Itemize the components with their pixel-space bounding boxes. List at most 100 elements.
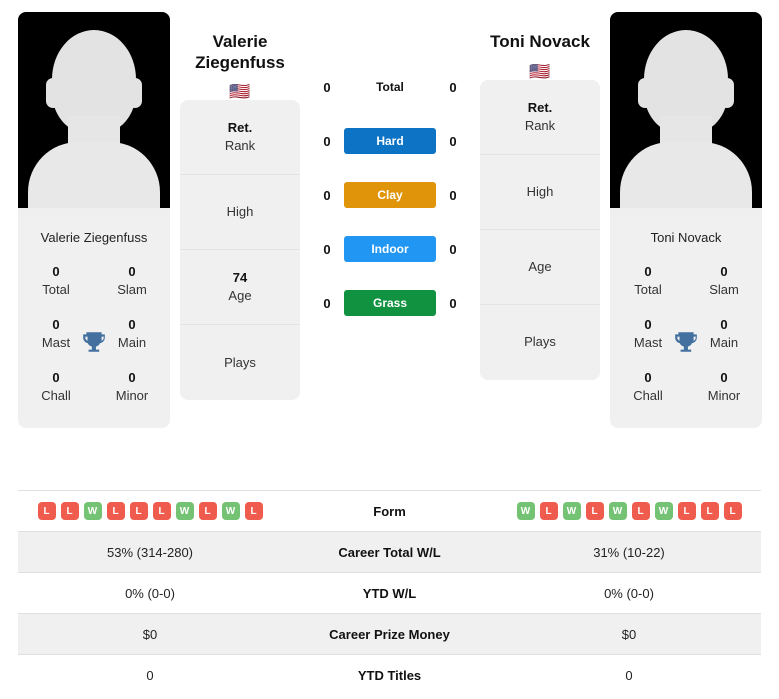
form-badge[interactable]: W <box>516 502 535 520</box>
left-info-rank-value: Ret. <box>227 120 253 136</box>
right-titles-slam-label: Slam <box>709 281 739 297</box>
right-titles-chall-value: 0 <box>644 370 652 386</box>
form-badge[interactable]: L <box>700 502 719 520</box>
avatar-ear-left-icon <box>638 78 652 108</box>
right-ytd_titles-cell: 0 <box>625 667 633 683</box>
right-score-total: 0 <box>449 79 457 95</box>
right-player-info-column: Toni Novack 🇺🇸 Ret. Rank High Age Plays <box>480 12 600 380</box>
left-info-age: 74 Age <box>180 250 300 326</box>
left-info-rank-label: Rank <box>224 138 256 154</box>
right-titles-minor-label: Minor <box>707 387 741 403</box>
right-info-age-label: Age <box>528 258 552 274</box>
avatar-ear-right-icon <box>128 78 142 108</box>
right-titles-slam: 0 Slam <box>686 255 762 308</box>
avatar-ear-right-icon <box>720 78 734 108</box>
trophy-icon <box>81 329 107 355</box>
right-player-title: Toni Novack 🇺🇸 <box>490 12 590 80</box>
left-form-strip: LLWLLLWLWL <box>24 502 276 520</box>
left-titles-minor-label: Minor <box>115 387 149 403</box>
right-player-info-box: Ret. Rank High Age Plays <box>480 79 600 380</box>
right-info-rank: Ret. Rank <box>480 80 600 155</box>
right-titles-chall-label: Chall <box>633 387 663 403</box>
right-info-age: Age <box>480 230 600 305</box>
table-row: $0 Career Prize Money $0 <box>18 613 761 655</box>
right-player-card[interactable]: Toni Novack 0 Total 0 Slam 0 Mast 0 Main <box>610 12 762 429</box>
left-titles-chall-value: 0 <box>52 370 60 386</box>
photo-base-strip <box>610 208 762 217</box>
form-row-label: Form <box>373 503 406 519</box>
left-player-title: Valerie Ziegenfuss 🇺🇸 <box>195 12 285 100</box>
form-badge[interactable]: L <box>37 502 56 520</box>
left-titles-slam-label: Slam <box>117 281 147 297</box>
comparison-header-area: Valerie Ziegenfuss 0 Total 0 Slam 0 Mast… <box>0 0 779 478</box>
form-badge[interactable]: L <box>585 502 604 520</box>
left-player-card-name: Valerie Ziegenfuss <box>40 230 148 245</box>
form-badge[interactable]: W <box>175 502 194 520</box>
left-info-age-label: Age <box>228 288 252 304</box>
right-info-rank-label: Rank <box>524 117 556 133</box>
form-badge[interactable]: W <box>562 502 581 520</box>
form-badge[interactable]: W <box>221 502 240 520</box>
form-badge[interactable]: L <box>198 502 217 520</box>
right-titles-total-label: Total <box>634 281 662 297</box>
left-score-indoor: 0 <box>323 241 331 257</box>
table-row: 0 YTD Titles 0 <box>18 654 761 696</box>
avatar-body-icon <box>28 142 160 208</box>
surface-row-grass: 0 Grass 0 <box>310 290 470 316</box>
left-titles-minor-value: 0 <box>128 370 136 386</box>
form-badge[interactable]: L <box>677 502 696 520</box>
left-titles-total: 0 Total <box>18 255 94 308</box>
form-badge[interactable]: L <box>631 502 650 520</box>
surface-row-total: 0 Total 0 <box>310 74 470 100</box>
left-ytd_titles-cell: 0 <box>146 667 154 683</box>
left-titles-total-label: Total <box>42 281 70 297</box>
left-player-titles-grid: 0 Total 0 Slam 0 Mast 0 Main 0 Chall 0 M… <box>18 255 170 428</box>
career_prize_money-row-label: Career Prize Money <box>329 626 450 642</box>
avatar-ear-left-icon <box>46 78 60 108</box>
form-badge[interactable]: L <box>539 502 558 520</box>
career-stats-table: L L W L L L W L W L Form W L W L W L W L L L 53% (314-280) Car… <box>18 490 761 696</box>
form-badge[interactable]: W <box>608 502 627 520</box>
left-score-grass: 0 <box>323 295 331 311</box>
right-info-plays: Plays <box>480 305 600 380</box>
right-titles-minor-value: 0 <box>720 370 728 386</box>
career_total_wl-row-label: Career Total W/L <box>338 544 441 560</box>
right-score-clay: 0 <box>449 187 457 203</box>
form-badge[interactable]: L <box>723 502 742 520</box>
right-form-cell: WLWLWLWLLL <box>497 491 761 532</box>
form-badge[interactable]: L <box>106 502 125 520</box>
left-titles-slam-value: 0 <box>128 264 136 279</box>
right-info-rank-value: Ret. <box>527 99 553 115</box>
right-titles-total-value: 0 <box>644 264 652 279</box>
right-player-usa-flag-icon: 🇺🇸 <box>529 61 551 81</box>
left-player-title-line1: Valerie <box>212 32 268 51</box>
trophy-icon-svg <box>83 331 105 352</box>
left-player-info-box: Ret. Rank High 74 Age Plays <box>180 100 300 401</box>
right-score-grass: 0 <box>449 295 457 311</box>
form-badge[interactable]: L <box>152 502 171 520</box>
right-career_prize_money-cell: $0 <box>621 626 637 642</box>
surface-row-indoor: 0 Indoor 0 <box>310 236 470 262</box>
surface-badge-total: Total <box>376 80 404 94</box>
right-career_total_wl-cell: 31% (10-22) <box>593 544 665 560</box>
form-badge[interactable]: W <box>83 502 102 520</box>
form-badge[interactable]: L <box>244 502 263 520</box>
left-player-photo <box>18 12 170 217</box>
left-titles-minor: 0 Minor <box>94 361 170 414</box>
left-player-usa-flag-icon: 🇺🇸 <box>229 82 251 102</box>
surface-comparison-column: 0 Total 0 0 Hard 0 0 Clay 0 0 Indoor 0 0 <box>310 12 470 316</box>
avatar-body-icon <box>620 142 752 208</box>
right-player-titles-grid: 0 Total 0 Slam 0 Mast 0 Main 0 Chall 0 M… <box>610 255 762 428</box>
right-titles-minor: 0 Minor <box>686 361 762 414</box>
left-info-rank: Ret. Rank <box>180 100 300 176</box>
left-player-title-line2: Ziegenfuss <box>195 52 285 72</box>
form-badge[interactable]: L <box>129 502 148 520</box>
form-badge[interactable]: L <box>60 502 79 520</box>
right-titles-slam-value: 0 <box>720 264 728 279</box>
form-badge[interactable]: W <box>654 502 673 520</box>
left-career_prize_money-cell: $0 <box>142 626 158 642</box>
right-info-high-label: High <box>526 183 554 199</box>
left-player-card[interactable]: Valerie Ziegenfuss 0 Total 0 Slam 0 Mast… <box>18 12 170 429</box>
right-form-strip: WLWLWLWLLL <box>503 502 755 520</box>
left-titles-chall: 0 Chall <box>18 361 94 414</box>
